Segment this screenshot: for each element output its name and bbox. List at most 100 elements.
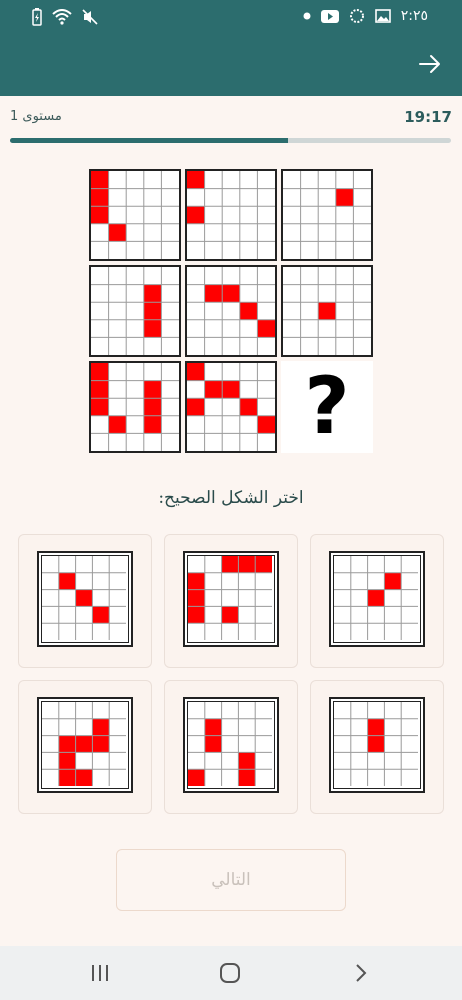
progress-fill [10, 138, 288, 143]
option-frame [329, 551, 425, 647]
option-grid [333, 555, 421, 643]
back-chevron-icon[interactable] [348, 961, 372, 985]
arrow-right-icon[interactable] [418, 52, 442, 76]
filled-square [143, 284, 162, 303]
progress-bar [10, 138, 451, 143]
filled-square [58, 752, 76, 770]
filled-square [204, 284, 223, 303]
filled-square [187, 363, 205, 381]
answer-option[interactable] [18, 534, 152, 668]
filled-square [58, 735, 76, 753]
filled-square [58, 572, 76, 590]
filled-square [367, 589, 385, 607]
filled-square [187, 171, 205, 189]
status-bar: ٢:٢٥ [0, 0, 462, 36]
app-bar [0, 36, 462, 96]
filled-square [187, 206, 205, 224]
answer-option[interactable] [310, 534, 444, 668]
option-frame [183, 697, 279, 793]
filled-square [143, 380, 162, 399]
filled-square [238, 752, 256, 770]
filled-square [257, 319, 275, 338]
filled-square [221, 606, 239, 624]
puzzle-cell [185, 265, 277, 357]
filled-square [238, 556, 256, 573]
filled-square [91, 363, 109, 381]
status-icons-right: ٢:٢٥ [303, 8, 428, 24]
status-time: ٢:٢٥ [400, 8, 428, 24]
level-label: مستوى 1 [10, 109, 62, 124]
nav-bar [0, 946, 462, 1000]
status-circle-icon [349, 9, 364, 23]
option-grid [41, 555, 129, 643]
mute-icon [82, 9, 98, 25]
filled-square [75, 589, 93, 607]
filled-square [91, 398, 109, 416]
filled-square [143, 398, 162, 416]
answer-option[interactable] [164, 680, 298, 814]
option-frame [183, 551, 279, 647]
filled-square [238, 769, 256, 786]
status-icons-left [32, 8, 98, 26]
option-grid [187, 555, 275, 643]
answer-option[interactable] [18, 680, 152, 814]
home-icon[interactable] [218, 961, 242, 985]
filled-square [188, 572, 205, 590]
filled-square [222, 380, 240, 399]
wifi-icon [52, 9, 72, 25]
filled-square [239, 302, 258, 320]
filled-square [255, 556, 272, 573]
filled-square [91, 206, 109, 224]
filled-square [384, 572, 402, 590]
puzzle-cell [281, 169, 373, 261]
filled-square [188, 769, 205, 786]
filled-square [367, 735, 385, 753]
puzzle-cell [89, 265, 181, 357]
puzzle-cell [281, 265, 373, 357]
option-frame [329, 697, 425, 793]
option-frame [37, 551, 133, 647]
filled-square [143, 415, 162, 434]
filled-square [222, 284, 240, 303]
puzzle-cell [89, 361, 181, 453]
puzzle-cell [89, 169, 181, 261]
filled-square [204, 718, 222, 736]
filled-square [188, 589, 205, 607]
filled-square [239, 398, 258, 416]
option-grid [187, 701, 275, 789]
filled-square [108, 223, 127, 242]
filled-square [58, 769, 76, 786]
gallery-icon [374, 9, 391, 23]
filled-square [188, 606, 205, 624]
next-button[interactable]: التالي [116, 849, 346, 911]
filled-square [75, 769, 93, 786]
filled-square [204, 380, 223, 399]
filled-square [75, 735, 93, 753]
filled-square [335, 188, 354, 207]
filled-square [143, 319, 162, 338]
dot-icon [303, 12, 311, 20]
question-prompt: اختر الشكل الصحيح: [158, 488, 304, 508]
filled-square [187, 398, 205, 416]
option-frame [37, 697, 133, 793]
puzzle-cell [185, 169, 277, 261]
filled-square [257, 415, 275, 434]
filled-square [92, 606, 110, 624]
filled-square [143, 302, 162, 320]
filled-square [92, 735, 110, 753]
answer-option[interactable] [310, 680, 444, 814]
filled-square [91, 188, 109, 207]
filled-square [108, 415, 127, 434]
option-grid [41, 701, 129, 789]
filled-square [204, 735, 222, 753]
youtube-icon [320, 9, 339, 23]
filled-square [92, 718, 110, 736]
puzzle-grid: ? [89, 169, 373, 456]
filled-square [367, 718, 385, 736]
answer-option[interactable] [164, 534, 298, 668]
recent-apps-icon[interactable] [88, 961, 112, 985]
filled-square [91, 171, 109, 189]
question-mark-cell: ? [281, 361, 373, 453]
puzzle-cell [185, 361, 277, 453]
battery-icon [32, 8, 42, 26]
